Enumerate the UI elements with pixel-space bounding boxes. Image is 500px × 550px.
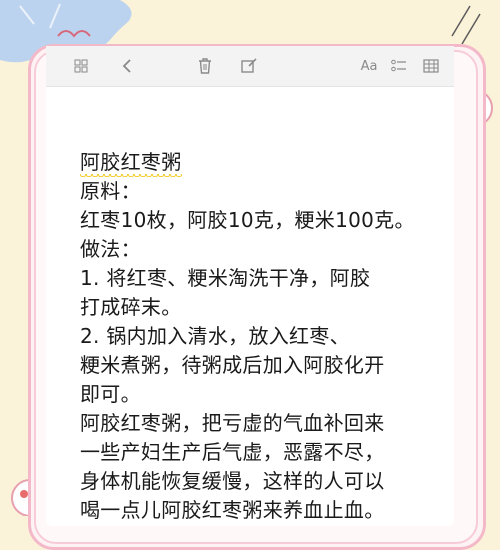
note-line: 红枣10枚，阿胶10克，粳米100克。 bbox=[80, 208, 415, 232]
note-line: 一些产妇生产后气虚，恶露不尽， bbox=[80, 440, 385, 464]
note-body[interactable]: 阿胶红枣粥 原料： 红枣10枚，阿胶10克，粳米100克。 做法： 1. 将红枣… bbox=[80, 148, 440, 525]
note-line: 身体机能恢复缓慢，这样的人可以 bbox=[80, 469, 385, 493]
note-line: 2. 锅内加入清水，放入红枣、 bbox=[80, 324, 350, 348]
note-line: 即可。 bbox=[80, 382, 141, 406]
grid-icon[interactable] bbox=[70, 55, 92, 77]
note-line: 阿胶红枣粥 bbox=[80, 150, 182, 174]
edit-icon[interactable] bbox=[238, 55, 260, 77]
note-line: 粳米煮粥，待粥成后加入阿胶化开 bbox=[80, 353, 385, 377]
trash-icon[interactable] bbox=[194, 55, 216, 77]
note-line: 阿胶红枣粥，把亏虚的气血补回来 bbox=[80, 411, 385, 435]
note-title: 阿胶红枣粥 bbox=[80, 148, 440, 177]
back-icon[interactable] bbox=[116, 55, 138, 77]
checklist-icon[interactable] bbox=[388, 55, 410, 77]
note-line: 做法： bbox=[80, 237, 141, 261]
font-icon[interactable]: Aa bbox=[356, 55, 382, 77]
note-line: 1. 将红枣、粳米淘洗干净，阿胶 bbox=[80, 266, 371, 290]
note-line: 打成碎末。 bbox=[80, 295, 182, 319]
table-icon[interactable] bbox=[420, 55, 442, 77]
notes-toolbar: Aa bbox=[46, 46, 454, 87]
note-line: 原料： bbox=[80, 179, 141, 203]
note-line: 喝一点儿阿胶红枣粥来养血止血。 bbox=[80, 498, 385, 522]
font-label: Aa bbox=[360, 58, 378, 74]
